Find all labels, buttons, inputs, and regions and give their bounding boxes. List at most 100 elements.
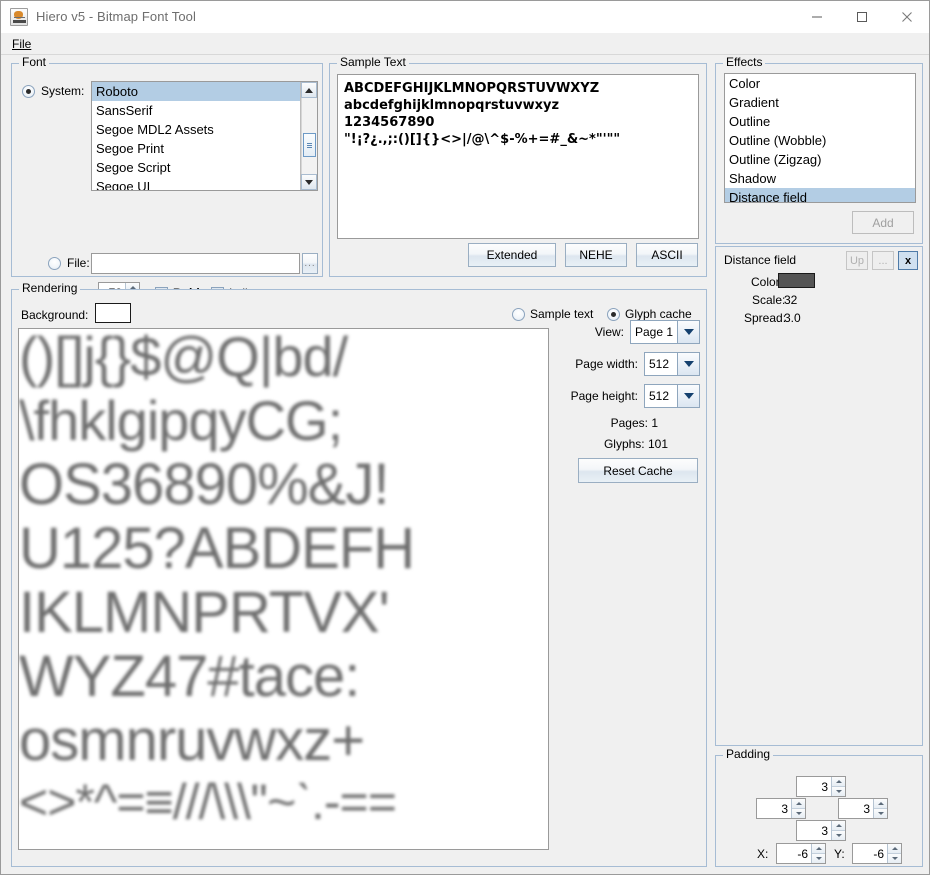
padding-y-stepper[interactable]: -6 [852, 843, 902, 864]
effect-options-button[interactable]: ... [872, 251, 894, 270]
pages-label: Pages: [611, 416, 648, 430]
font-panel-legend: Font [19, 56, 49, 68]
font-list-scrollbar[interactable] [300, 82, 317, 190]
effect-scale-value[interactable]: 32 [784, 293, 797, 307]
effect-remove-button[interactable]: x [898, 251, 918, 270]
font-file-input[interactable] [91, 253, 300, 274]
chevron-down-icon[interactable] [677, 321, 699, 343]
padding-left-value: 3 [757, 799, 791, 818]
scroll-down-icon[interactable] [301, 174, 317, 190]
radio-sample-text-view[interactable] [512, 308, 525, 321]
menu-item-file-label: File [12, 37, 31, 51]
glyph-row: U125?ABDEFH [19, 517, 548, 581]
padding-left-decrement-icon[interactable] [792, 809, 805, 818]
background-color-swatch[interactable] [95, 303, 131, 323]
chevron-down-icon[interactable] [677, 353, 699, 375]
padding-x-value: -6 [777, 844, 811, 863]
nehe-button[interactable]: NEHE [565, 243, 627, 267]
padding-x-label: X: [757, 847, 768, 861]
add-effect-button[interactable]: Add [852, 211, 914, 234]
page-height-row: Page height: 512 [560, 384, 700, 408]
padding-right-increment-icon[interactable] [874, 799, 887, 809]
file-label: File: [67, 256, 90, 270]
title-bar: Hiero v5 - Bitmap Font Tool [1, 1, 929, 33]
sample-text-line: "!¡?¿.,;:()[]{}<>|/@\^$-%+=#_&~*"'"" [344, 131, 692, 148]
padding-bottom-increment-icon[interactable] [832, 821, 845, 831]
effect-detail-name: Distance field [724, 253, 796, 267]
padding-right-decrement-icon[interactable] [874, 809, 887, 818]
window-controls [794, 1, 929, 32]
effect-spread-label: Spread: [744, 311, 786, 325]
system-font-list[interactable]: Roboto SansSerif Segoe MDL2 Assets Segoe… [91, 81, 318, 191]
ascii-button[interactable]: ASCII [636, 243, 698, 267]
render-options: View: Page 1 Page width: 512 Page height… [560, 320, 700, 483]
close-icon[interactable] [884, 1, 929, 32]
effects-list[interactable]: Color Gradient Outline Outline (Wobble) … [724, 73, 916, 203]
padding-bottom-decrement-icon[interactable] [832, 831, 845, 840]
padding-y-decrement-icon[interactable] [888, 854, 901, 863]
page-width-label: Page width: [575, 357, 638, 371]
glyph-row: WYZ47#tace: [19, 645, 548, 709]
glyph-row: IKLMNPRTVX' [19, 581, 548, 645]
padding-x-increment-icon[interactable] [812, 844, 825, 854]
font-list-item[interactable]: Segoe MDL2 Assets [92, 120, 300, 139]
font-list-item[interactable]: Segoe Script [92, 158, 300, 177]
glyph-cache-view-label: Glyph cache [625, 307, 692, 321]
sample-text-line: ABCDEFGHIJKLMNOPQRSTUVWXYZ [344, 80, 692, 97]
effect-move-up-button[interactable]: Up [846, 251, 868, 270]
effect-list-item[interactable]: Outline [725, 112, 915, 131]
font-list-item[interactable]: Segoe Print [92, 139, 300, 158]
padding-y-increment-icon[interactable] [888, 844, 901, 854]
glyph-cache-canvas[interactable]: ()[]j{}$@Q|bd/ \fhklgipqyCG; OS36890%&J!… [18, 328, 549, 850]
effect-list-item[interactable]: Outline (Zigzag) [725, 150, 915, 169]
font-list-item[interactable]: Roboto [92, 82, 300, 101]
effect-color-swatch[interactable] [778, 273, 815, 288]
view-page-select[interactable]: Page 1 [630, 320, 700, 344]
effect-spread-value[interactable]: 3.0 [784, 311, 801, 325]
reset-cache-button[interactable]: Reset Cache [578, 458, 698, 483]
font-list-item[interactable]: SansSerif [92, 101, 300, 120]
padding-right-stepper[interactable]: 3 [838, 798, 888, 819]
radio-system[interactable] [22, 85, 35, 98]
maximize-icon[interactable] [839, 1, 884, 32]
effects-panel: Effects Color Gradient Outline Outline (… [715, 63, 923, 244]
menu-bar: File [1, 33, 929, 55]
background-label: Background: [21, 308, 88, 322]
effect-detail-panel: Distance field Up ... x Color: Scale: 32… [715, 246, 923, 746]
padding-panel: Padding 3 3 3 3 X: -6 Y: -6 [715, 755, 923, 867]
effect-scale-label: Scale: [752, 293, 785, 307]
padding-left-increment-icon[interactable] [792, 799, 805, 809]
view-row: View: Page 1 [560, 320, 700, 344]
padding-left-stepper[interactable]: 3 [756, 798, 806, 819]
effect-list-item[interactable]: Outline (Wobble) [725, 131, 915, 150]
extended-button[interactable]: Extended [468, 243, 556, 267]
padding-top-stepper[interactable]: 3 [796, 776, 846, 797]
padding-right-value: 3 [839, 799, 873, 818]
padding-bottom-stepper[interactable]: 3 [796, 820, 846, 841]
scrollbar-track[interactable] [301, 98, 317, 174]
menu-item-file[interactable]: File [7, 35, 36, 53]
window-title: Hiero v5 - Bitmap Font Tool [36, 9, 196, 24]
radio-file[interactable] [48, 257, 61, 270]
font-list-item[interactable]: Segoe UI [92, 177, 300, 191]
padding-bottom-value: 3 [797, 821, 831, 840]
page-width-select[interactable]: 512 [644, 352, 700, 376]
effect-list-item-selected[interactable]: Distance field [725, 188, 915, 203]
radio-glyph-cache-view[interactable] [607, 308, 620, 321]
minimize-icon[interactable] [794, 1, 839, 32]
effect-list-item[interactable]: Color [725, 74, 915, 93]
effect-list-item[interactable]: Shadow [725, 169, 915, 188]
font-file-browse-button[interactable]: ... [302, 253, 318, 274]
padding-x-decrement-icon[interactable] [812, 854, 825, 863]
sample-text-panel: Sample Text ABCDEFGHIJKLMNOPQRSTUVWXYZ a… [329, 63, 707, 277]
scroll-up-icon[interactable] [301, 82, 317, 98]
padding-top-increment-icon[interactable] [832, 777, 845, 787]
sample-text-input[interactable]: ABCDEFGHIJKLMNOPQRSTUVWXYZ abcdefghijklm… [337, 74, 699, 239]
scrollbar-thumb[interactable] [303, 133, 316, 157]
page-height-select[interactable]: 512 [644, 384, 700, 408]
effect-list-item[interactable]: Gradient [725, 93, 915, 112]
padding-x-stepper[interactable]: -6 [776, 843, 826, 864]
chevron-down-icon[interactable] [677, 385, 699, 407]
java-coffee-icon [10, 8, 28, 26]
padding-top-decrement-icon[interactable] [832, 787, 845, 796]
